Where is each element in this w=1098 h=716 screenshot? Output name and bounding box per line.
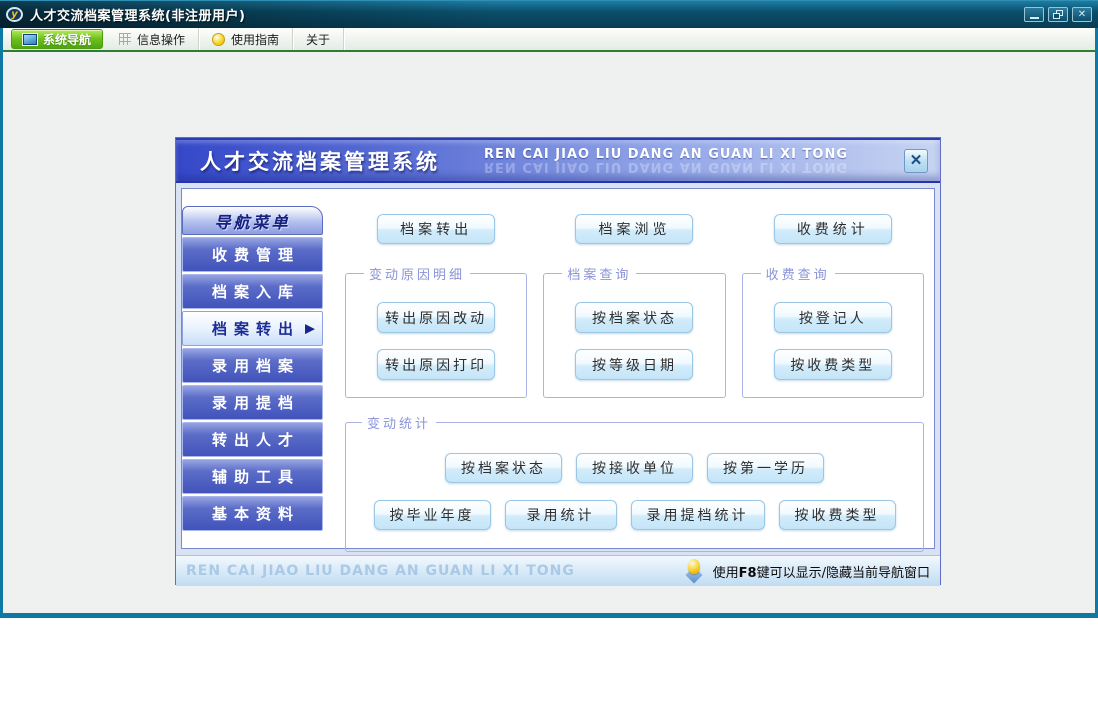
sidebar-item-archive-transfer[interactable]: 档案转出 ▶	[182, 311, 323, 346]
dialog-close-button[interactable]: ✕	[904, 148, 928, 173]
window-controls: ✕	[1020, 7, 1092, 22]
arrow-right-icon: ▶	[305, 321, 315, 336]
restore-button[interactable]	[1048, 7, 1068, 22]
f8-hint-text: 使用F8键可以显示/隐藏当前导航窗口	[712, 565, 930, 581]
dialog-subtitle-wrap: REN CAI JIAO LIU DANG AN GUAN LI XI TONG…	[484, 142, 848, 180]
dialog-subtitle-reflection: REN CAI JIAO LIU DANG AN GUAN LI XI TONG	[484, 159, 848, 174]
minimize-button[interactable]	[1024, 7, 1044, 22]
toolbar-item-label: 关于	[306, 32, 331, 47]
group-title: 档案查询	[567, 268, 632, 283]
stat-by-first-degree-button[interactable]: 按第一学历	[707, 453, 824, 483]
by-archive-status-button[interactable]: 按档案状态	[575, 302, 694, 333]
navigation-dialog: 人才交流档案管理系统 REN CAI JIAO LIU DANG AN GUAN…	[175, 137, 941, 586]
toolbar-item-system-nav[interactable]: 系统导航	[11, 29, 104, 49]
toolbar-item-label: 使用指南	[231, 32, 280, 47]
group-title: 收费查询	[765, 268, 830, 283]
column-fee-query: 收费统计 收费查询 按登记人 按收费类型	[741, 214, 924, 398]
fee-statistics-button[interactable]: 收费统计	[773, 214, 892, 244]
stat-by-graduation-year-button[interactable]: 按毕业年度	[373, 500, 491, 530]
toolbar-item-label: 系统导航	[43, 32, 92, 47]
app-icon: y	[6, 7, 23, 22]
stat-hire-statistics-button[interactable]: 录用统计	[504, 500, 617, 530]
column-archive-query: 档案浏览 档案查询 按档案状态 按等级日期	[543, 214, 726, 398]
dialog-title: 人才交流档案管理系统	[200, 149, 440, 174]
status-pinyin-text: REN CAI JIAO LIU DANG AN GUAN LI XI TONG	[186, 563, 575, 579]
client-area: 人才交流档案管理系统 REN CAI JIAO LIU DANG AN GUAN…	[3, 52, 1095, 613]
toolbar-item-info-operations[interactable]: 信息操作	[106, 28, 200, 50]
stats-row-1: 按档案状态 按接收单位 按第一学历	[354, 453, 915, 483]
status-hint: 使用F8键可以显示/隐藏当前导航窗口	[684, 559, 930, 584]
sidebar-item-archive-inbound[interactable]: 档案入库	[182, 274, 323, 309]
stat-by-archive-status-button[interactable]: 按档案状态	[445, 453, 562, 483]
group-title: 变动统计	[367, 417, 432, 432]
guide-clock-icon	[212, 32, 226, 46]
close-button[interactable]: ✕	[1072, 7, 1092, 22]
toolbar-item-user-guide[interactable]: 使用指南	[199, 28, 294, 50]
by-fee-type-button[interactable]: 按收费类型	[773, 349, 892, 380]
dialog-panel: 导航菜单 收费管理 档案入库 档案转出 ▶ 录用档案 录用提档 转出人才 辅助工…	[181, 188, 935, 552]
dialog-body: 导航菜单 收费管理 档案入库 档案转出 ▶ 录用档案 录用提档 转出人才 辅助工…	[176, 183, 940, 555]
dialog-header: 人才交流档案管理系统 REN CAI JIAO LIU DANG AN GUAN…	[176, 138, 940, 183]
group-change-reason-detail: 变动原因明细 转出原因改动 转出原因打印	[345, 264, 528, 398]
transfer-reason-print-button[interactable]: 转出原因打印	[377, 349, 496, 380]
toolbar-item-label: 信息操作	[137, 32, 186, 47]
toolbar: 系统导航 信息操作 使用指南 关于	[3, 28, 1095, 50]
sidebar-item-fee-management[interactable]: 收费管理	[182, 237, 323, 272]
lightbulb-icon	[684, 559, 704, 584]
sidebar-item-label: 档案转出	[211, 320, 300, 338]
column-change-reason: 档案转出 变动原因明细 转出原因改动 转出原因打印	[345, 214, 528, 398]
grid-icon	[119, 33, 132, 45]
sidebar-item-hired-archives[interactable]: 录用档案	[182, 348, 323, 383]
nav-square-icon	[23, 33, 37, 45]
stat-hire-retrieval-button[interactable]: 录用提档统计	[630, 500, 765, 530]
close-icon: ✕	[1077, 8, 1087, 20]
main-content: 档案转出 变动原因明细 转出原因改动 转出原因打印 档案浏览 档案查询 按档案状…	[345, 214, 924, 552]
sidebar-item-auxiliary-tools[interactable]: 辅助工具	[182, 459, 323, 494]
stat-by-fee-type-button[interactable]: 按收费类型	[778, 500, 896, 530]
sidebar-item-hire-retrieval[interactable]: 录用提档	[182, 385, 323, 420]
sidebar-header: 导航菜单	[182, 206, 323, 235]
by-grade-date-button[interactable]: 按等级日期	[575, 349, 694, 380]
restore-icon	[1053, 10, 1063, 19]
sidebar-nav: 导航菜单 收费管理 档案入库 档案转出 ▶ 录用档案 录用提档 转出人才 辅助工…	[182, 206, 323, 531]
sidebar-item-basic-data[interactable]: 基本资料	[182, 496, 323, 531]
group-archive-query: 档案查询 按档案状态 按等级日期	[543, 264, 726, 398]
group-fee-query: 收费查询 按登记人 按收费类型	[741, 264, 924, 398]
three-columns: 档案转出 变动原因明细 转出原因改动 转出原因打印 档案浏览 档案查询 按档案状…	[345, 214, 924, 398]
app-window: y 人才交流档案管理系统(非注册用户) ✕ 系统导航 信息操作 使用指南 关于	[0, 0, 1098, 618]
titlebar: y 人才交流档案管理系统(非注册用户) ✕	[0, 0, 1098, 28]
transfer-reason-edit-button[interactable]: 转出原因改动	[377, 302, 496, 333]
dialog-statusbar: REN CAI JIAO LIU DANG AN GUAN LI XI TONG…	[176, 555, 940, 586]
group-title: 变动原因明细	[369, 268, 466, 283]
minimize-icon	[1029, 17, 1039, 19]
archive-browse-button[interactable]: 档案浏览	[575, 214, 694, 244]
archive-transfer-button[interactable]: 档案转出	[377, 214, 496, 244]
stat-by-receiving-unit-button[interactable]: 按接收单位	[576, 453, 693, 483]
sidebar-item-transferred-talent[interactable]: 转出人才	[182, 422, 323, 457]
stats-row-2: 按毕业年度 录用统计 录用提档统计 按收费类型	[354, 500, 915, 530]
by-registrant-button[interactable]: 按登记人	[773, 302, 892, 333]
window-title: 人才交流档案管理系统(非注册用户)	[30, 9, 246, 24]
group-change-statistics: 变动统计 按档案状态 按接收单位 按第一学历 按毕业年度 录用统计 录用提档统计…	[345, 413, 924, 552]
toolbar-item-about[interactable]: 关于	[293, 28, 345, 50]
